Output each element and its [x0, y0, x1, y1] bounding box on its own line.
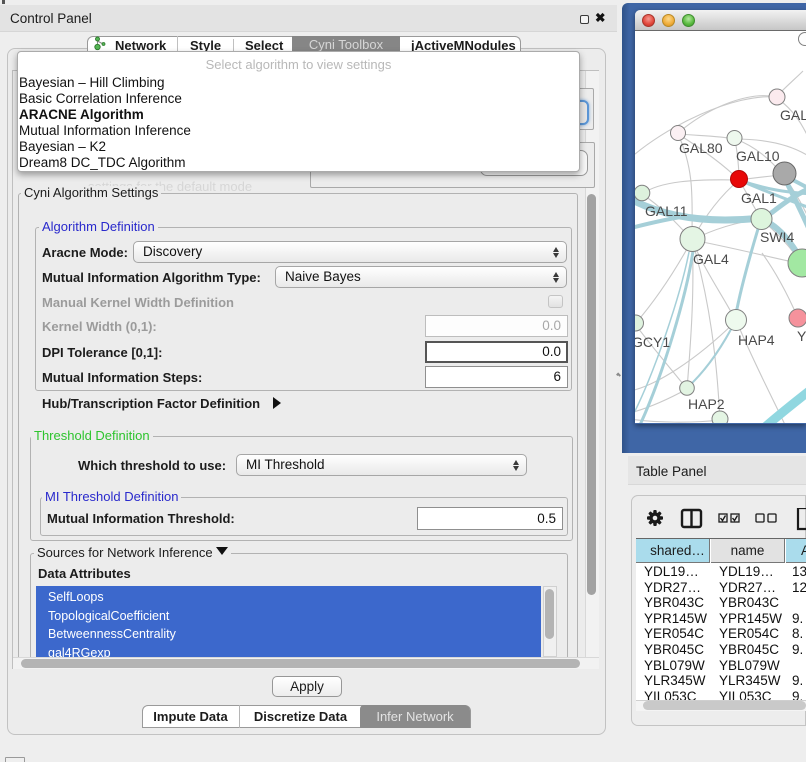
- svg-text:HAP4: HAP4: [738, 332, 775, 348]
- svg-text:GCY1: GCY1: [635, 334, 670, 350]
- svg-text:GAL7: GAL7: [780, 107, 806, 123]
- svg-text:Y: Y: [797, 328, 806, 344]
- svg-text:GAL4: GAL4: [693, 251, 729, 267]
- svg-text:HAP2: HAP2: [688, 396, 725, 412]
- svg-text:SWI4: SWI4: [760, 229, 794, 245]
- svg-text:GAL10: GAL10: [736, 148, 780, 164]
- svg-text:GAL1: GAL1: [741, 190, 777, 206]
- svg-text:GAL80: GAL80: [679, 140, 723, 156]
- svg-text:GAL11: GAL11: [645, 203, 688, 219]
